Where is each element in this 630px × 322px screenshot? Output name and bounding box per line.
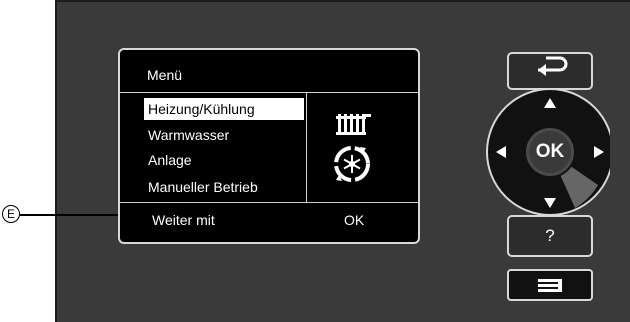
cooling-snowflake-icon [334,146,370,182]
menu-item-anlage[interactable]: Anlage [144,149,196,171]
display-screen: Menü Heizung/Kühlung Warmwasser Anlage M… [118,48,420,244]
divider [120,202,418,203]
help-button-label[interactable]: ? [530,226,570,246]
footer-hint: Weiter mit [152,212,215,228]
menu-button[interactable] [507,269,593,301]
radiator-icon [336,114,371,135]
menu-item-heizung-kuehlung[interactable]: Heizung/Kühlung [144,98,304,120]
menu-lines-icon [538,279,562,292]
divider [306,92,307,202]
menu-title: Menü [147,67,183,83]
control-pad [486,52,610,301]
divider [120,92,418,93]
menu-item-manueller-betrieb[interactable]: Manueller Betrieb [144,176,262,198]
menu-item-warmwasser[interactable]: Warmwasser [144,124,233,146]
ok-button-label[interactable]: OK [530,141,570,163]
callout-e: E [2,205,20,223]
back-button[interactable] [507,52,593,90]
footer-ok-label: OK [344,212,365,228]
